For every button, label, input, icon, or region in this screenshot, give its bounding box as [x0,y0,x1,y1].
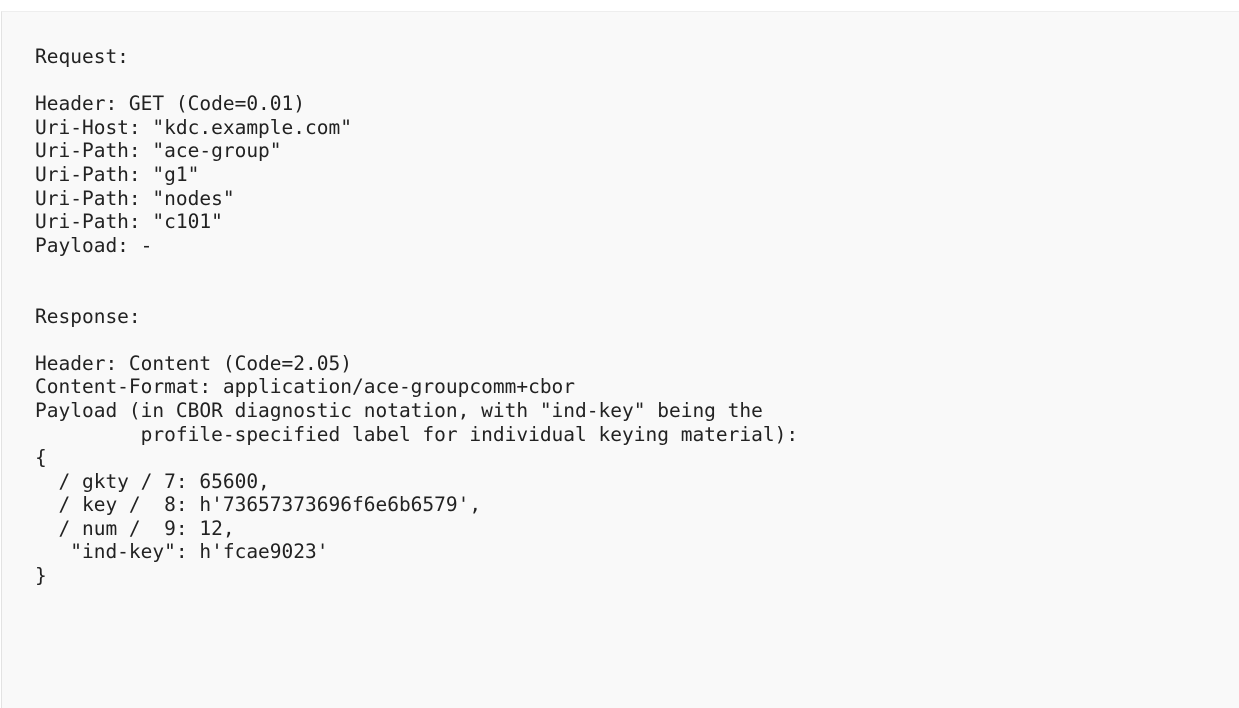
cbor-close-brace: } [35,564,47,588]
request-header-line: Header: GET (Code=0.01) [35,92,306,116]
response-heading: Response: [35,304,141,328]
cbor-entry-gkty: / gkty / 7: 65600, [35,469,270,493]
code-block: Request: Header: GET (Code=0.01) Uri-Hos… [1,11,1239,708]
request-heading: Request: [35,45,129,68]
uri-path-line: Uri-Path: "c101" [35,210,223,234]
cbor-entry-key: / key / 8: h'73657373696f6e6b6579', [35,493,482,517]
response-header-line: Header: Content (Code=2.05) [35,351,352,375]
content-format-line: Content-Format: application/ace-groupcom… [35,375,576,399]
uri-host-line: Uri-Host: "kdc.example.com" [35,115,352,139]
request-payload-line: Payload: - [35,233,153,257]
response-payload-line: Payload (in CBOR diagnostic notation, wi… [35,398,763,422]
cbor-open-brace: { [35,446,47,470]
response-payload-continuation: profile-specified label for individual k… [35,422,799,446]
uri-path-line: Uri-Path: "nodes" [35,186,235,210]
cbor-entry-ind-key: "ind-key": h'fcae9023' [35,540,329,564]
cbor-entry-num: / num / 9: 12, [35,516,235,540]
uri-path-line: Uri-Path: "g1" [35,162,200,186]
uri-path-line: Uri-Path: "ace-group" [35,139,282,163]
